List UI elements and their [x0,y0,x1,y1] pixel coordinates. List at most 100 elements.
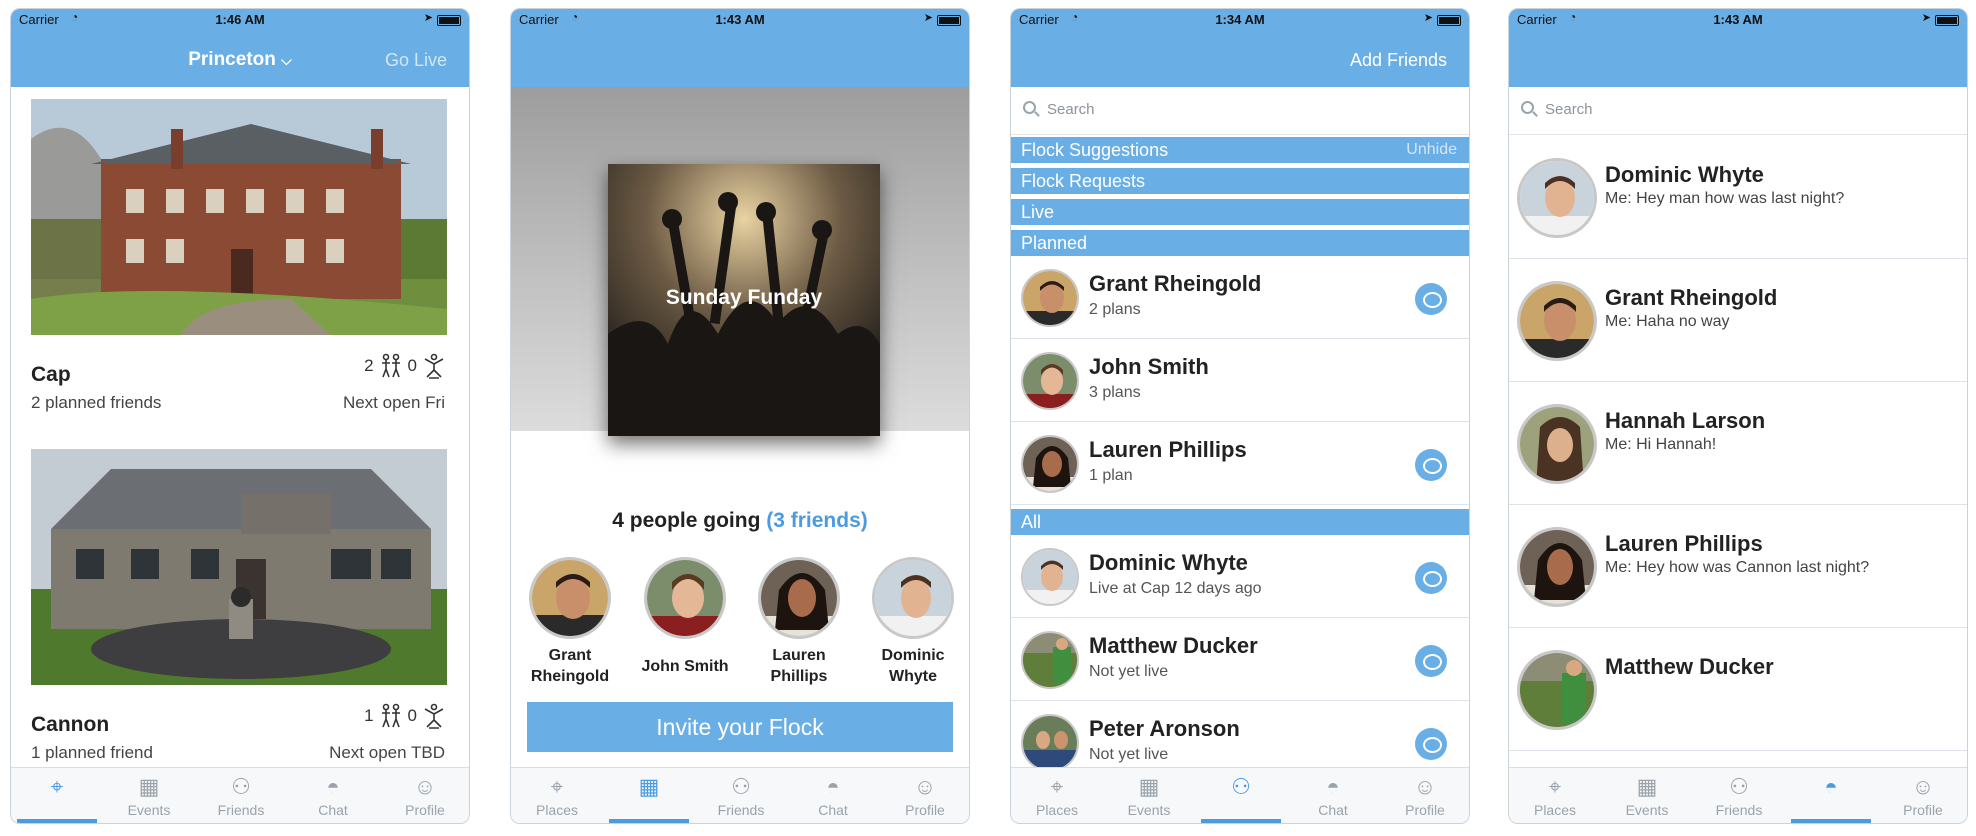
tab-friends[interactable]: ⚇ Friends [1693,768,1785,823]
clock: 1:43 AM [715,12,765,27]
dancing-person-icon [424,703,444,729]
conversation-row[interactable]: Matthew Ducker [1509,628,1967,751]
tab-friends[interactable]: ⚇ Friends [695,768,787,823]
friend-name: John Smith [1089,354,1209,379]
event-cover-image[interactable]: Sunday Funday [608,164,880,436]
tab-events[interactable]: ▦ Events [103,768,195,823]
chat-bubble-icon: ◓ [326,774,340,799]
tab-places[interactable]: ⌖ Places [1509,768,1601,823]
location-arrow-icon: ➤ [1921,12,1931,24]
tab-friends[interactable]: ⚇ Friends [195,768,287,823]
avatar [1517,650,1597,730]
section-label: Planned [1021,233,1088,253]
tab-events[interactable]: ▦ Events [1103,768,1195,823]
nav-bar [1509,31,1967,87]
friend-row[interactable]: Lauren Phillips 1 plan [1011,423,1469,505]
attendee[interactable]: Grant Rheingold [514,557,626,687]
search-bar[interactable]: Search [1509,87,1967,135]
nav-bar [511,31,969,87]
tab-places[interactable]: ⌖ [11,768,103,823]
section-label: Live [1021,202,1055,222]
friend-status: 2 plans [1089,301,1141,318]
tab-profile[interactable]: ☺ Profile [1877,768,1967,823]
calendar-icon: ▦ [1636,774,1658,799]
chat-bubble-icon: ◓ [1326,774,1340,799]
search-input[interactable]: Search [1545,101,1593,118]
chat-icon[interactable] [1415,728,1447,760]
chat-screen: Carrier ◔ 1:43 AM ➤ Search Dominic Whyte… [1508,8,1968,824]
event-hero: Sunday Funday [511,87,969,436]
chat-icon[interactable] [1415,645,1447,677]
going-count: 2 [364,356,374,375]
section-live[interactable]: Live [1011,199,1469,225]
clock: 1:34 AM [1215,12,1265,27]
invite-flock-button[interactable]: Invite your Flock [527,702,953,752]
attendee[interactable]: Lauren Phillips [743,557,855,687]
friend-name: Lauren Phillips [1089,437,1247,462]
city-title: Princeton [188,49,276,70]
friend-status: Not yet live [1089,663,1169,680]
conversation-row[interactable]: Grant Rheingold Me: Haha no way [1509,259,1967,382]
calendar-icon: ▦ [1138,774,1160,799]
conversation-row[interactable]: Hannah Larson Me: Hi Hannah! [1509,382,1967,505]
avatar [1021,269,1079,327]
tab-bar: ⌖ Places ▦ Events ⚇ Friends ◓ ☺ Profile [1509,767,1967,823]
search-input[interactable]: Search [1047,101,1095,118]
place-photo-cannon[interactable] [31,449,447,685]
tab-chat[interactable]: ◓ Chat [1287,768,1379,823]
section-flock-suggestions[interactable]: Flock Suggestions Unhide [1011,137,1469,163]
place-photo-cap[interactable] [31,99,447,335]
attendee-last-name: Rheingold [530,668,610,685]
tab-chat[interactable]: ◓ [1785,768,1877,823]
tab-profile[interactable]: ☺ Profile [879,768,969,823]
friend-row[interactable]: Dominic Whyte Live at Cap 12 days ago [1011,536,1469,618]
nav-bar: Princeton ⌵ Go Live [11,31,469,87]
avatar [644,557,726,639]
chat-icon[interactable] [1415,562,1447,594]
attendee-first-name: Grant [548,647,592,664]
attendee[interactable]: John Smith [629,557,741,677]
dancing-person-icon [424,353,444,379]
avatar [529,557,611,639]
map-pin-icon: ⌖ [550,774,564,799]
tab-events[interactable]: ▦ Events [1601,768,1693,823]
avatar [1021,435,1079,493]
attendee-first-name: Dominic [881,647,945,664]
calendar-icon: ▦ [138,774,160,799]
conversation-name: Lauren Phillips [1605,531,1763,556]
search-bar[interactable]: Search [1011,87,1469,135]
chat-icon[interactable] [1415,449,1447,481]
go-live-button[interactable]: Go Live [385,50,447,71]
tab-places[interactable]: ⌖ Places [511,768,603,823]
status-bar: Carrier ◔ 1:43 AM ➤ [511,9,969,31]
tab-chat[interactable]: ◓ Chat [787,768,879,823]
tab-profile[interactable]: ☺ Profile [379,768,469,823]
place-stats: 2 0 [364,353,445,379]
tab-profile[interactable]: ☺ Profile [1379,768,1469,823]
tab-places[interactable]: ⌖ Places [1011,768,1103,823]
friend-row[interactable]: Matthew Ducker Not yet live [1011,619,1469,701]
status-bar: Carrier ◔ 1:43 AM ➤ [1509,9,1967,31]
conversation-name: Grant Rheingold [1605,285,1778,310]
tab-events[interactable]: ▦ [603,768,695,823]
unhide-button[interactable]: Unhide [1406,137,1457,163]
friend-row[interactable]: John Smith 3 plans [1011,340,1469,422]
chevron-down-icon: ⌵ [281,52,292,68]
add-friends-button[interactable]: Add Friends [1350,50,1447,71]
tab-chat[interactable]: ◓ Chat [287,768,379,823]
friend-row[interactable]: Grant Rheingold 2 plans [1011,257,1469,339]
chat-icon[interactable] [1415,283,1447,315]
map-pin-icon: ⌖ [50,774,64,799]
avatar [1021,714,1079,772]
clock: 1:43 AM [1713,12,1763,27]
friends-going-link[interactable]: (3 friends) [766,509,868,532]
tab-friends[interactable]: ⚇ [1195,768,1287,823]
battery-icon [437,15,461,26]
attendee[interactable]: Dominic Whyte [857,557,969,687]
section-flock-requests[interactable]: Flock Requests [1011,168,1469,194]
friend-name: Matthew Ducker [1089,633,1258,658]
conversation-row[interactable]: Dominic Whyte Me: Hey man how was last n… [1509,136,1967,259]
conversation-row[interactable]: Lauren Phillips Me: Hey how was Cannon l… [1509,505,1967,628]
conversation-name: Dominic Whyte [1605,162,1764,187]
section-label: Flock Requests [1021,171,1146,191]
